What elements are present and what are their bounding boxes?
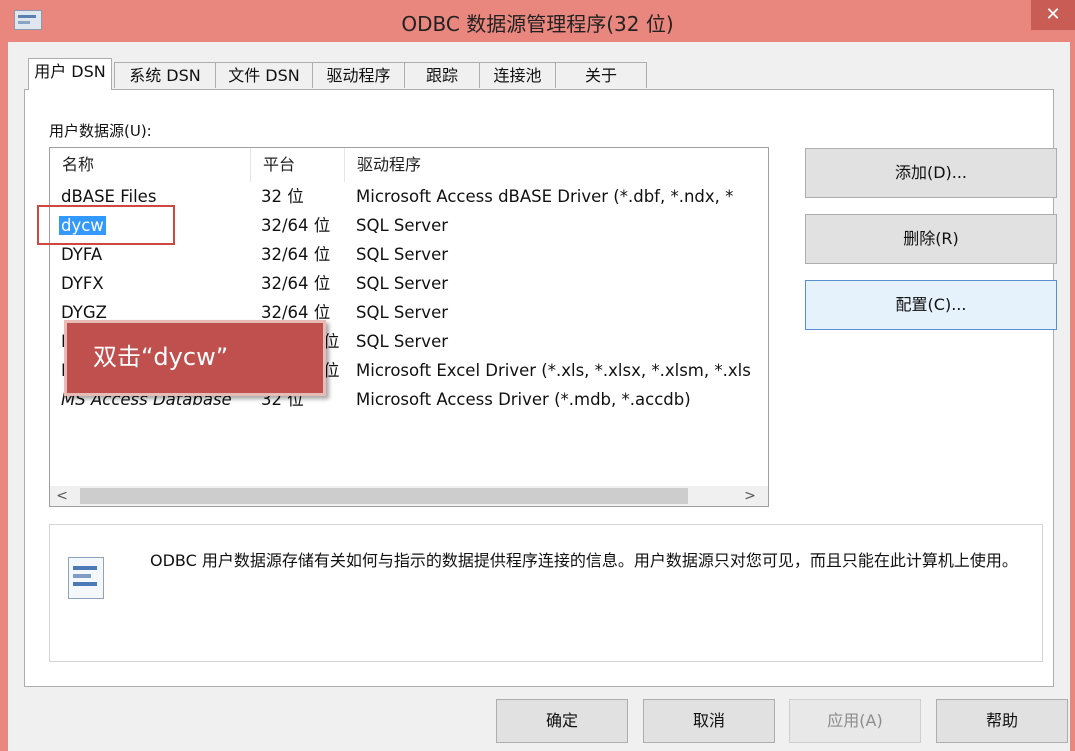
instruction-callout: 双击“dycw” (64, 320, 326, 396)
row-driver: SQL Server (356, 332, 449, 351)
tab-user-dsn[interactable]: 用户 DSN (28, 58, 112, 90)
tab-system-dsn[interactable]: 系统 DSN (114, 62, 216, 88)
row-driver: SQL Server (356, 274, 449, 293)
scroll-right-icon[interactable]: > (740, 486, 760, 506)
remove-button[interactable]: 删除(R) (805, 214, 1057, 264)
tab-connection-pooling[interactable]: 连接池 (479, 62, 556, 88)
column-header-platform[interactable]: 平台 (250, 148, 344, 182)
row-driver: SQL Server (356, 216, 449, 235)
data-source-icon (68, 557, 104, 599)
title-bar[interactable]: ODBC 数据源管理程序(32 位) ✕ (0, 0, 1075, 42)
tab-tracing[interactable]: 跟踪 (404, 62, 480, 88)
row-driver: Microsoft Excel Driver (*.xls, *.xlsx, *… (356, 361, 751, 380)
dialog-client-area: 用户 DSN 系统 DSN 文件 DSN 驱动程序 跟踪 连接池 关于 用户数据… (8, 42, 1070, 751)
tab-drivers[interactable]: 驱动程序 (312, 62, 405, 88)
odbc-window: ODBC 数据源管理程序(32 位) ✕ 用户 DSN 系统 DSN 文件 DS… (0, 0, 1075, 751)
tab-file-dsn[interactable]: 文件 DSN (215, 62, 313, 88)
help-button[interactable]: 帮助 (936, 699, 1068, 743)
info-description: ODBC 用户数据源存储有关如何与指示的数据提供程序连接的信息。用户数据源只对您… (150, 551, 1018, 570)
row-platform: 32/64 位 (261, 216, 331, 235)
configure-button[interactable]: 配置(C)... (805, 280, 1057, 330)
user-data-sources-label: 用户数据源(U): (49, 122, 152, 140)
table-row[interactable]: DYFX 32/64 位 SQL Server (50, 269, 768, 298)
info-box: ODBC 用户数据源存储有关如何与指示的数据提供程序连接的信息。用户数据源只对您… (49, 524, 1043, 662)
row-platform: 32 位 (261, 187, 304, 206)
row-name: DYFX (61, 274, 104, 293)
tab-about[interactable]: 关于 (555, 62, 647, 88)
apply-button[interactable]: 应用(A) (789, 699, 921, 743)
window-title: ODBC 数据源管理程序(32 位) (401, 12, 674, 36)
list-header: 名称 平台 驱动程序 (50, 148, 768, 182)
cancel-button[interactable]: 取消 (643, 699, 775, 743)
column-header-name[interactable]: 名称 (50, 148, 250, 182)
close-button[interactable]: ✕ (1031, 0, 1075, 30)
row-driver: SQL Server (356, 303, 449, 322)
horizontal-scrollbar[interactable]: < > (50, 486, 768, 506)
scrollbar-thumb[interactable] (80, 488, 688, 504)
row-platform: 位 (323, 332, 340, 351)
ok-button[interactable]: 确定 (496, 699, 628, 743)
column-header-driver[interactable]: 驱动程序 (344, 148, 768, 182)
row-driver: Microsoft Access Driver (*.mdb, *.accdb) (356, 390, 691, 409)
add-button[interactable]: 添加(D)... (805, 148, 1057, 198)
highlight-annotation-box (37, 205, 175, 245)
row-driver: SQL Server (356, 245, 449, 264)
row-driver: Microsoft Access dBASE Driver (*.dbf, *.… (356, 187, 734, 206)
row-platform: 位 (323, 361, 340, 380)
scroll-left-icon[interactable]: < (52, 486, 72, 506)
row-platform: 32/64 位 (261, 245, 331, 264)
row-platform: 32/64 位 (261, 274, 331, 293)
